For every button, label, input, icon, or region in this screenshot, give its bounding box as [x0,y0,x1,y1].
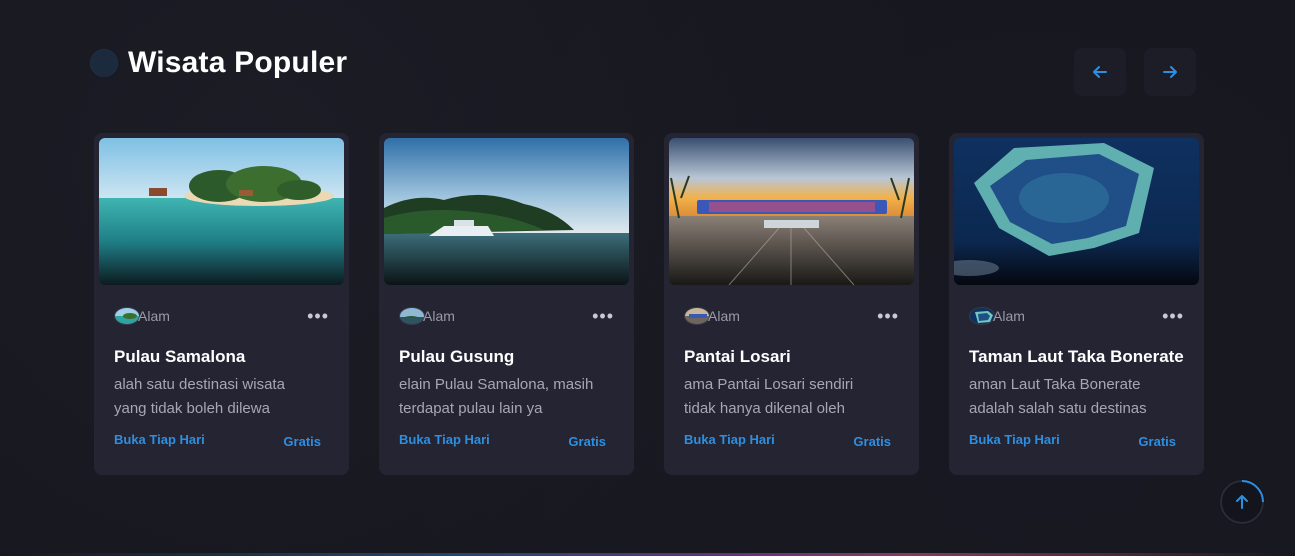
arrow-left-icon [1093,66,1107,78]
card-description: alah satu destinasi wisata yang tidak bo… [114,376,285,417]
more-options-icon[interactable]: ••• [307,307,329,325]
destination-card[interactable]: Alam ••• Pulau Samalona alah satu destin… [94,133,349,475]
ticket-price: Gratis [568,434,606,449]
card-description: elain Pulau Samalona, masih terdapat pul… [399,376,594,417]
arrow-up-icon [1236,495,1248,509]
card-title: Pulau Samalona [114,347,246,366]
card-title: Pulau Gusung [399,347,515,366]
category-label: Alam [423,308,455,324]
more-options-icon[interactable]: ••• [1162,307,1184,325]
category-label: Alam [138,308,170,324]
card-description: ama Pantai Losari sendiri tidak hanya di… [684,376,854,417]
more-options-icon[interactable]: ••• [877,307,899,325]
destination-image [99,138,344,285]
category-thumbnail [684,307,710,325]
prev-button[interactable] [1074,48,1126,96]
card-title: Pantai Losari [684,347,791,366]
card-description: aman Laut Taka Bonerate adalah salah sat… [969,376,1147,417]
category-label: Alam [708,308,740,324]
destination-card[interactable]: Alam ••• Taman Laut Taka Bonerate aman L… [949,133,1204,475]
card-carousel: Alam ••• Pulau Samalona alah satu destin… [94,133,1204,475]
section-dot-icon [90,49,118,77]
opening-hours: Buka Tiap Hari [684,432,775,447]
section-title: Wisata Populer [128,46,348,79]
more-options-icon[interactable]: ••• [592,307,614,325]
scroll-to-top-button[interactable] [1219,479,1265,525]
ticket-price: Gratis [853,434,891,449]
page: Wisata Populer Alam ••• Pulau Samalona a… [0,0,1295,556]
ticket-price: Gratis [283,434,321,449]
destination-card[interactable]: Alam ••• Pantai Losari ama Pantai Losari… [664,133,919,475]
category-thumbnail [114,307,140,325]
opening-hours: Buka Tiap Hari [969,432,1060,447]
category-thumbnail [969,307,995,325]
section-header: Wisata Populer [90,46,347,80]
category-label: Alam [993,308,1025,324]
opening-hours: Buka Tiap Hari [399,432,490,447]
destination-image [669,138,914,285]
destination-image [954,138,1199,285]
destination-card[interactable]: Alam ••• Pulau Gusung elain Pulau Samalo… [379,133,634,475]
next-button[interactable] [1144,48,1196,96]
arrow-right-icon [1163,66,1177,78]
opening-hours: Buka Tiap Hari [114,432,205,447]
ticket-price: Gratis [1138,434,1176,449]
destination-image [384,138,629,285]
card-title: Taman Laut Taka Bonerate [969,347,1184,366]
category-thumbnail [399,307,425,325]
